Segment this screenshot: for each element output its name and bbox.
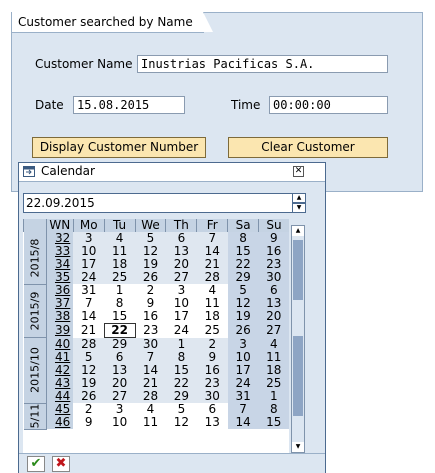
calendar-day[interactable]: 12	[227, 297, 259, 310]
calendar-popup: Calendar ✕ 22.09.2015 ▲ ▼ WN Mo Tu We Th…	[18, 162, 326, 473]
week-number[interactable]: 38	[46, 310, 74, 324]
month-label: 2015/9	[23, 284, 47, 338]
calendar-week-row: 39 21 22 23 24 25 26 27	[24, 323, 289, 338]
close-icon[interactable]: ✕	[293, 166, 304, 177]
calendar-grid: WN Mo Tu We Th Fr Sa Su 2015/8 32 3 4 5 6 7 8 9 3…	[23, 219, 289, 455]
calendar-day[interactable]: 29	[104, 337, 136, 351]
calendar-day[interactable]: 1	[165, 337, 197, 351]
date-spin-up-icon[interactable]: ▲	[292, 193, 306, 203]
calendar-day[interactable]: 28	[73, 337, 105, 351]
check-icon[interactable]: ✔	[27, 456, 45, 472]
week-number[interactable]: 37	[46, 297, 74, 310]
calendar-day[interactable]: 11	[135, 416, 166, 429]
month-label-text: 2015/10	[28, 347, 42, 394]
week-number[interactable]: 40	[46, 337, 74, 351]
calendar-day[interactable]: 17	[165, 310, 197, 324]
date-label: Date	[35, 98, 64, 112]
calendar-day[interactable]: 10	[165, 297, 197, 310]
calendar-title: Calendar	[41, 164, 95, 178]
calendar-day[interactable]: 14	[227, 416, 259, 429]
calendar-day[interactable]: 13	[258, 297, 289, 310]
month-label: 5/11	[23, 403, 47, 430]
calendar-day[interactable]: 25	[196, 323, 228, 338]
calendar-window-icon	[23, 166, 35, 177]
calendar-footer: ✔ ✖	[19, 453, 325, 473]
calendar-day[interactable]: 2	[196, 337, 228, 351]
month-label-text: 5/11	[28, 403, 42, 429]
calendar-week-row: 46 9 10 11 12 13 14 15	[24, 416, 289, 429]
panel-title: Customer searched by Name	[12, 12, 213, 33]
calendar-week-row: 2015/10 40 28 29 30 1 2 3 4	[23, 337, 289, 404]
calendar-day[interactable]: 12	[165, 416, 197, 429]
calendar-day[interactable]: 19	[227, 310, 259, 324]
time-field[interactable]: 00:00:00	[269, 96, 388, 114]
calendar-day[interactable]: 3	[227, 337, 259, 351]
calendar-day[interactable]: 20	[258, 310, 289, 324]
calendar-day[interactable]: 15	[104, 310, 136, 324]
calendar-day[interactable]: 23	[135, 323, 166, 338]
calendar-day[interactable]: 21	[73, 323, 105, 338]
month-label: 2015/10	[23, 337, 47, 404]
month-label-text: 2015/9	[28, 291, 42, 331]
display-customer-number-button[interactable]: Display Customer Number	[32, 137, 206, 158]
calendar-day[interactable]: 16	[135, 310, 166, 324]
calendar-day[interactable]: 7	[73, 297, 105, 310]
month-label: 2015/8	[23, 232, 47, 285]
date-spin-down-icon[interactable]: ▼	[292, 203, 306, 213]
week-number[interactable]: 39	[46, 323, 74, 338]
clear-customer-button[interactable]: Clear Customer	[228, 137, 388, 158]
calendar-day[interactable]: 14	[73, 310, 105, 324]
calendar-day[interactable]: 26	[227, 323, 259, 338]
calendar-day[interactable]: 18	[196, 310, 228, 324]
calendar-day[interactable]: 15	[258, 416, 289, 429]
calendar-scrollbar[interactable]: ▲ ▼	[291, 225, 305, 453]
calendar-day[interactable]: 13	[196, 416, 228, 429]
cancel-icon[interactable]: ✖	[52, 456, 70, 472]
customer-name-label: Customer Name	[35, 57, 133, 71]
calendar-day[interactable]: 10	[104, 416, 136, 429]
scroll-down-icon[interactable]: ▼	[292, 442, 304, 452]
date-field[interactable]: 15.08.2015	[73, 96, 185, 114]
calendar-day[interactable]: 11	[196, 297, 228, 310]
scroll-thumb[interactable]	[293, 240, 303, 300]
week-number[interactable]: 46	[46, 416, 74, 429]
calendar-day[interactable]: 30	[135, 337, 166, 351]
month-label-text: 2015/8	[28, 238, 42, 278]
calendar-week-row: 38 14 15 16 17 18 19 20	[24, 310, 289, 324]
calendar-day[interactable]: 9	[135, 297, 166, 310]
calendar-date-field[interactable]: 22.09.2015	[23, 193, 293, 213]
customer-name-field[interactable]: Inustrias Pacificas S.A.	[137, 55, 388, 73]
calendar-week-row: 37 7 8 9 10 11 12 13	[24, 297, 289, 310]
calendar-day[interactable]: 9	[73, 416, 105, 429]
calendar-day-selected[interactable]: 22	[103, 323, 136, 338]
calendar-day[interactable]: 27	[258, 323, 289, 338]
time-label: Time	[231, 98, 261, 112]
calendar-titlebar: Calendar ✕	[19, 163, 325, 182]
calendar-day[interactable]: 24	[165, 323, 197, 338]
scroll-up-icon[interactable]: ▲	[292, 226, 304, 236]
calendar-day[interactable]: 4	[258, 337, 289, 351]
scroll-track-region[interactable]	[293, 336, 303, 416]
